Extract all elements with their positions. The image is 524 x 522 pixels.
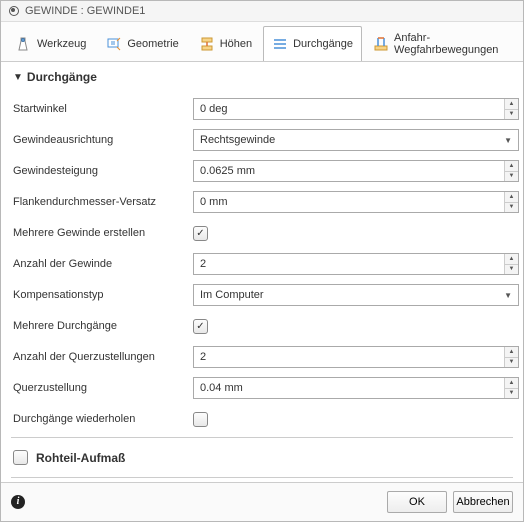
gewindesteigung-input[interactable]: 0.0625 mm ▲▼ [193,160,519,182]
cancel-button[interactable]: Abbrechen [453,491,513,513]
geometry-icon [106,36,122,52]
querzustellung-input[interactable]: 0.04 mm ▲▼ [193,377,519,399]
tab-label: Werkzeug [37,38,86,50]
spin-down-icon[interactable]: ▼ [505,203,518,213]
gewindeausrichtung-select[interactable]: Rechtsgewinde ▼ [193,129,519,151]
heights-icon [199,36,215,52]
tab-geometrie[interactable]: Geometrie [97,26,187,61]
tab-label: Geometrie [127,38,178,50]
label-anzahl-querzustellungen: Anzahl der Querzustellungen [13,351,193,363]
info-icon[interactable]: i [11,495,25,509]
tab-label: Durchgänge [293,38,353,50]
spin-up-icon[interactable]: ▲ [505,161,518,172]
spin-up-icon[interactable]: ▲ [505,347,518,358]
ok-button[interactable]: OK [387,491,447,513]
section-durchgaenge: ▼ Durchgänge [1,62,523,96]
anzahl-querzustellungen-input[interactable]: 2 ▲▼ [193,346,519,368]
spin-up-icon[interactable]: ▲ [505,192,518,203]
footer: i OK Abbrechen [1,482,523,521]
mehrere-durchgaenge-checkbox[interactable]: ✓ [193,319,208,334]
tab-hoehen[interactable]: Höhen [190,26,261,61]
anzahl-gewinde-input[interactable]: 2 ▲▼ [193,253,519,275]
spin-up-icon[interactable]: ▲ [505,99,518,110]
spin-down-icon[interactable]: ▼ [505,265,518,275]
mehrere-gewinde-checkbox[interactable]: ✓ [193,226,208,241]
chevron-down-icon: ▼ [504,136,512,145]
spin-down-icon[interactable]: ▼ [505,389,518,399]
spin-up-icon[interactable]: ▲ [505,378,518,389]
tab-durchgaenge[interactable]: Durchgänge [263,26,362,61]
tool-icon [16,36,32,52]
titlebar: GEWINDE : GEWINDE1 [1,1,523,22]
label-startwinkel: Startwinkel [13,103,193,115]
durchgaenge-wiederholen-checkbox[interactable] [193,412,208,427]
label-gewindesteigung: Gewindesteigung [13,165,193,177]
label-mehrere-durchgaenge: Mehrere Durchgänge [13,320,193,332]
rohteil-label: Rohteil-Aufmaß [36,451,125,465]
divider [11,437,513,438]
label-kompensationstyp: Kompensationstyp [13,289,193,301]
rohteil-checkbox[interactable] [13,450,28,465]
divider [11,477,513,478]
section-title: Durchgänge [27,70,97,84]
tab-anfahr[interactable]: Anfahr-Wegfahrbewegungen [364,26,517,61]
label-gewindeausrichtung: Gewindeausrichtung [13,134,193,146]
label-querzustellung: Querzustellung [13,382,193,394]
label-mehrere-gewinde: Mehrere Gewinde erstellen [13,227,193,239]
form-body: Startwinkel 0 deg ▲▼ Gewindeausrichtung … [1,96,523,433]
tab-werkzeug[interactable]: Werkzeug [7,26,95,61]
flanken-input[interactable]: 0 mm ▲▼ [193,191,519,213]
spin-down-icon[interactable]: ▼ [505,110,518,120]
spin-down-icon[interactable]: ▼ [505,172,518,182]
app-icon [9,6,19,16]
spin-down-icon[interactable]: ▼ [505,358,518,368]
subsection-rohteil[interactable]: Rohteil-Aufmaß [1,442,523,473]
linking-icon [373,36,389,52]
kompensationstyp-select[interactable]: Im Computer ▼ [193,284,519,306]
label-anzahl-gewinde: Anzahl der Gewinde [13,258,193,270]
section-header[interactable]: ▼ Durchgänge [13,70,511,84]
label-flanken: Flankendurchmesser-Versatz [13,196,193,208]
window-title: GEWINDE : GEWINDE1 [25,5,145,17]
startwinkel-input[interactable]: 0 deg ▲▼ [193,98,519,120]
spin-up-icon[interactable]: ▲ [505,254,518,265]
passes-icon [272,36,288,52]
chevron-down-icon: ▼ [504,291,512,300]
disclosure-triangle-icon: ▼ [13,72,23,83]
label-durchgaenge-wiederholen: Durchgänge wiederholen [13,413,193,425]
tab-bar: Werkzeug Geometrie Höhen Durchgänge Anfa… [1,22,523,62]
tab-label: Anfahr-Wegfahrbewegungen [394,32,508,56]
tab-label: Höhen [220,38,252,50]
